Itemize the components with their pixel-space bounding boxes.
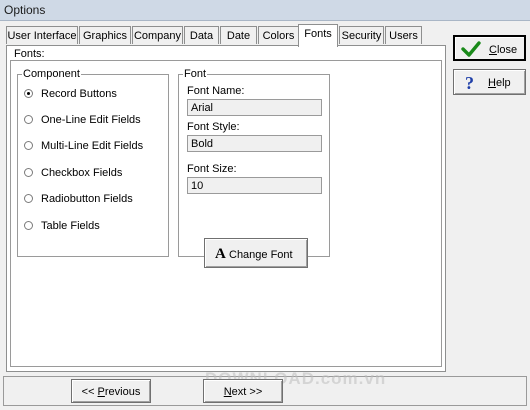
previous-mnemonic: P [97, 386, 105, 398]
change-font-button[interactable]: A Change Font [204, 238, 308, 268]
close-mnemonic: C [489, 44, 497, 56]
tab-company[interactable]: Company [132, 26, 183, 44]
font-group: Font Font Name: Arial Font Style: Bold F… [178, 68, 330, 268]
radio-indicator[interactable] [24, 89, 33, 98]
radio-label: Multi-Line Edit Fields [41, 140, 144, 152]
tab-fonts[interactable]: Fonts [298, 24, 338, 47]
font-a-icon: A [215, 246, 226, 262]
font-size-label: Font Size: [187, 163, 237, 175]
radio-indicator[interactable] [24, 194, 33, 203]
tab-strip: User Interface Graphics Company Data Dat… [6, 24, 446, 47]
tab-users[interactable]: Users [385, 26, 422, 44]
tab-user-interface[interactable]: User Interface [6, 26, 78, 44]
tab-date[interactable]: Date [220, 26, 257, 44]
previous-prefix: << [81, 386, 98, 398]
title-bar: Options [0, 0, 530, 21]
panel-label: Fonts: [14, 48, 45, 60]
close-rest: lose [496, 44, 518, 56]
previous-button[interactable]: << Previous [71, 379, 151, 403]
next-mnemonic: N [223, 386, 232, 398]
help-mnemonic: H [488, 77, 496, 89]
radio-indicator[interactable] [24, 221, 33, 230]
help-button[interactable]: ? Help [453, 69, 526, 95]
font-style-label: Font Style: [187, 121, 240, 133]
component-group-title: Component [22, 68, 81, 80]
tab-security[interactable]: Security [339, 26, 384, 44]
question-icon: ? [465, 73, 474, 91]
previous-rest: revious [104, 386, 141, 398]
radio-indicator[interactable] [24, 168, 33, 177]
help-label: Help [488, 77, 511, 89]
font-size-field[interactable]: 10 [187, 177, 322, 194]
check-icon [461, 41, 481, 57]
window-title: Options [4, 3, 46, 17]
radio-indicator[interactable] [24, 115, 33, 124]
previous-label: << Previous [72, 386, 150, 398]
radio-label: One-Line Edit Fields [41, 114, 141, 126]
next-button[interactable]: Next >> [203, 379, 283, 403]
panel-frame: Component Record Buttons One-Line Edit F… [10, 60, 442, 367]
tab-colors[interactable]: Colors [258, 26, 299, 44]
font-name-label: Font Name: [187, 85, 245, 97]
radio-label: Record Buttons [41, 88, 117, 100]
font-style-field[interactable]: Bold [187, 135, 322, 152]
component-group: Component Record Buttons One-Line Edit F… [17, 68, 169, 257]
radio-indicator[interactable] [24, 141, 33, 150]
svg-text:?: ? [465, 73, 474, 91]
next-suffix: >> [246, 386, 263, 398]
tab-data[interactable]: Data [184, 26, 219, 44]
font-group-title: Font [183, 68, 208, 80]
close-button[interactable]: Close [453, 35, 526, 61]
next-label: Next >> [204, 386, 282, 398]
change-font-label: Change Font [229, 249, 293, 261]
radio-label: Radiobutton Fields [41, 193, 133, 205]
tab-graphics[interactable]: Graphics [79, 26, 131, 44]
help-rest: elp [495, 77, 511, 89]
next-rest: ext [231, 386, 247, 398]
close-label: Close [489, 44, 517, 56]
radio-label: Table Fields [41, 220, 100, 232]
font-name-field[interactable]: Arial [187, 99, 322, 116]
radio-label: Checkbox Fields [41, 167, 123, 179]
fonts-panel: Fonts: Component Record Buttons One-Line… [6, 45, 446, 372]
